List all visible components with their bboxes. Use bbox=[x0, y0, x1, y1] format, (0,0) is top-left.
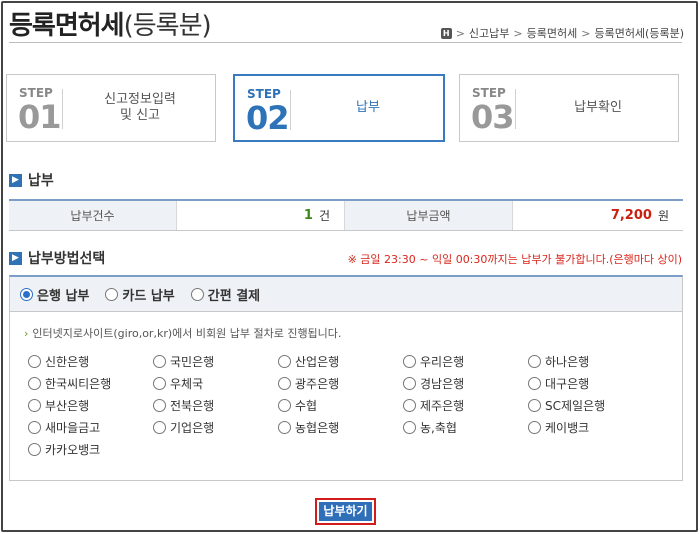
bank-option[interactable]: 케이뱅크 bbox=[528, 419, 653, 435]
bank-option[interactable]: 신한은행 bbox=[28, 353, 153, 369]
breadcrumb-item[interactable]: 신고납부 bbox=[469, 25, 509, 41]
count-unit: 건 bbox=[318, 209, 330, 223]
bank-option[interactable]: SC제일은행 bbox=[528, 397, 653, 413]
bank-option[interactable]: 수협 bbox=[278, 397, 403, 413]
radio-icon[interactable] bbox=[278, 420, 291, 434]
radio-icon[interactable] bbox=[278, 354, 291, 368]
step-2: STEP 02 납부 bbox=[233, 74, 445, 142]
method-section-title: ▶ 납부방법선택 bbox=[9, 248, 105, 268]
section-arrow-icon: ▶ bbox=[9, 251, 22, 265]
payment-method-box: 은행 납부 카드 납부 간편 결제 › 인터넷지로사이트(giro,or,kr)에… bbox=[9, 275, 683, 481]
bank-list: 신한은행 국민은행 산업은행 우리은행 하나은행 한국씨티은행 우체국 광주은행… bbox=[28, 353, 668, 457]
amount-unit: 원 bbox=[657, 209, 669, 223]
breadcrumb: H > 신고납부 > 등록면허세 > 등록면허세(등록분) bbox=[440, 25, 684, 41]
step-text: 납부 bbox=[356, 100, 380, 115]
bank-option[interactable]: 우체국 bbox=[153, 375, 278, 391]
page-frame: 등록면허세(등록분) H > 신고납부 > 등록면허세 > 등록면허세(등록분)… bbox=[1, 1, 698, 532]
radio-icon[interactable] bbox=[28, 354, 41, 368]
count-value: 1 bbox=[303, 208, 313, 223]
count-cell: 1 건 bbox=[177, 201, 345, 230]
radio-icon[interactable] bbox=[28, 398, 41, 412]
step-text: 납부확인 bbox=[574, 100, 622, 115]
radio-icon[interactable] bbox=[528, 354, 541, 368]
bank-option[interactable]: 부산은행 bbox=[28, 397, 153, 413]
radio-icon[interactable] bbox=[153, 376, 166, 390]
bank-option[interactable]: 제주은행 bbox=[403, 397, 528, 413]
step-number: 02 bbox=[246, 99, 290, 137]
radio-icon[interactable] bbox=[403, 398, 416, 412]
bank-option[interactable]: 새마을금고 bbox=[28, 419, 153, 435]
radio-icon[interactable] bbox=[403, 420, 416, 434]
title-divider bbox=[9, 42, 682, 43]
bank-option[interactable]: 기업은행 bbox=[153, 419, 278, 435]
page-title: 등록면허세(등록분) bbox=[9, 11, 212, 41]
bank-option[interactable]: 국민은행 bbox=[153, 353, 278, 369]
tab-card-payment[interactable]: 카드 납부 bbox=[105, 285, 175, 304]
count-label: 납부건수 bbox=[9, 201, 177, 230]
home-icon[interactable]: H bbox=[440, 27, 452, 39]
amount-label: 납부금액 bbox=[345, 201, 513, 230]
radio-icon[interactable] bbox=[278, 398, 291, 412]
pay-button[interactable]: 납부하기 bbox=[315, 498, 376, 525]
tab-simple-payment[interactable]: 간편 결제 bbox=[190, 285, 260, 304]
radio-icon[interactable] bbox=[528, 398, 541, 412]
breadcrumb-item[interactable]: 등록면허세(등록분) bbox=[594, 25, 684, 41]
section-arrow-icon: ▶ bbox=[9, 173, 22, 187]
radio-selected-icon[interactable] bbox=[20, 287, 33, 301]
radio-icon[interactable] bbox=[153, 420, 166, 434]
bank-option[interactable]: 경남은행 bbox=[403, 375, 528, 391]
step-number: 03 bbox=[471, 98, 515, 136]
radio-icon[interactable] bbox=[28, 420, 41, 434]
radio-icon[interactable] bbox=[105, 287, 119, 301]
bank-option[interactable]: 농,축협 bbox=[403, 419, 528, 435]
bank-option[interactable]: 우리은행 bbox=[403, 353, 528, 369]
step-3: STEP 03 납부확인 bbox=[459, 74, 679, 142]
bank-option[interactable]: 전북은행 bbox=[153, 397, 278, 413]
radio-icon[interactable] bbox=[278, 376, 291, 390]
step-number: 01 bbox=[18, 98, 62, 136]
amount-value: 7,200 bbox=[610, 208, 652, 223]
breadcrumb-item[interactable]: 등록면허세 bbox=[527, 25, 578, 41]
step-1: STEP 01 신고정보입력 및 신고 bbox=[6, 74, 216, 142]
radio-icon[interactable] bbox=[153, 354, 166, 368]
bullet-icon: › bbox=[24, 327, 29, 340]
radio-icon[interactable] bbox=[28, 442, 41, 456]
payment-summary-table: 납부건수 1 건 납부금액 7,200 원 bbox=[9, 199, 683, 231]
info-text: › 인터넷지로사이트(giro,or,kr)에서 비회원 납부 절차로 진행됩니다… bbox=[24, 327, 342, 340]
tab-bank-payment[interactable]: 은행 납부 bbox=[20, 285, 89, 304]
radio-icon[interactable] bbox=[528, 420, 541, 434]
amount-cell: 7,200 원 bbox=[513, 201, 683, 230]
radio-icon[interactable] bbox=[153, 398, 166, 412]
radio-icon[interactable] bbox=[403, 354, 416, 368]
bank-option[interactable]: 하나은행 bbox=[528, 353, 653, 369]
bank-option[interactable]: 광주은행 bbox=[278, 375, 403, 391]
bank-option[interactable]: 대구은행 bbox=[528, 375, 653, 391]
bank-option[interactable]: 산업은행 bbox=[278, 353, 403, 369]
step-text: 신고정보입력 및 신고 bbox=[104, 92, 176, 123]
radio-icon[interactable] bbox=[190, 287, 204, 301]
payment-method-tabs: 은행 납부 카드 납부 간편 결제 bbox=[10, 277, 682, 312]
payment-section-title: ▶ 납부 bbox=[9, 170, 54, 190]
radio-icon[interactable] bbox=[528, 376, 541, 390]
radio-icon[interactable] bbox=[28, 376, 41, 390]
bank-option[interactable]: 한국씨티은행 bbox=[28, 375, 153, 391]
notice-text: ※ 금일 23:30 ~ 익일 00:30까지는 납부가 불가합니다.(은행마다… bbox=[347, 253, 682, 266]
radio-icon[interactable] bbox=[403, 376, 416, 390]
bank-option[interactable]: 농협은행 bbox=[278, 419, 403, 435]
bank-option[interactable]: 카카오뱅크 bbox=[28, 441, 153, 457]
